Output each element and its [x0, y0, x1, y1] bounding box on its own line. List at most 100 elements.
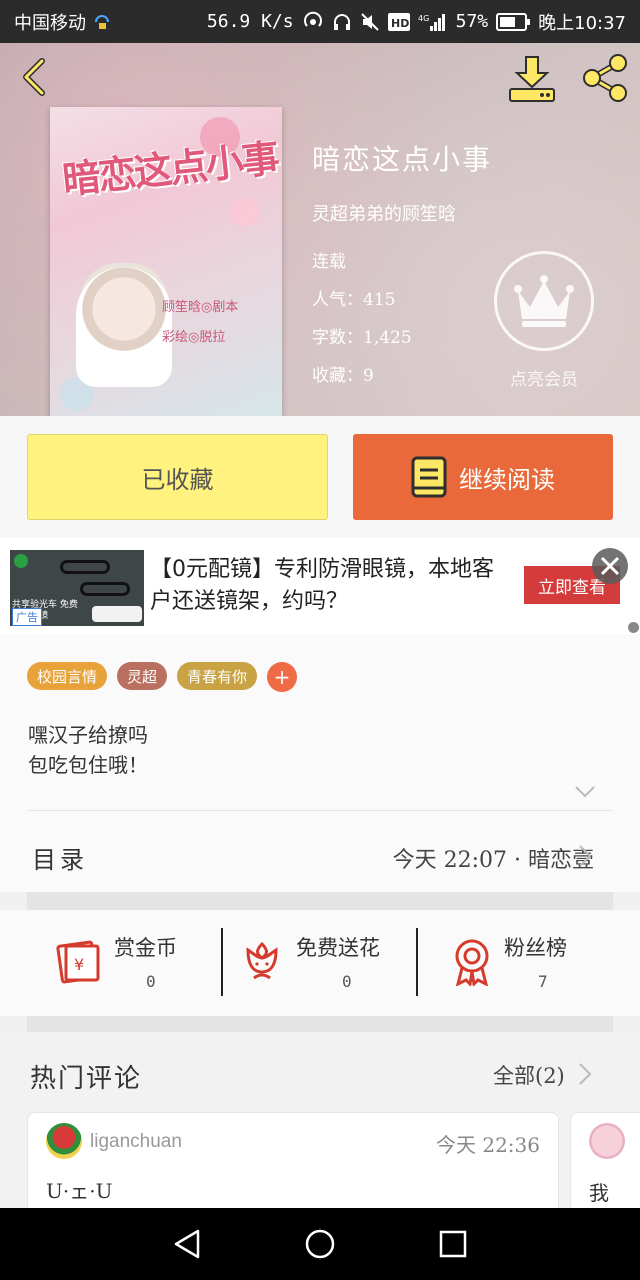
- cover-credits: 顾笙晗◎剧本 彩绘◎脱拉: [162, 293, 238, 353]
- triangle-back-icon: [174, 1229, 199, 1259]
- table-of-contents-row[interactable]: 目录 今天 22:07 · 暗恋壹: [0, 814, 640, 892]
- latest-chapter: 今天 22:07 · 暗恋壹: [392, 848, 594, 873]
- stat-divider: [416, 928, 418, 996]
- tag-list: 校园言情 灵超 青春有你 +: [27, 662, 298, 692]
- status-bar: 中国移动 56.9 K/s HD 4G 57% 晚上10:37: [0, 0, 640, 43]
- network-speed: 56.9 K/s: [206, 11, 294, 32]
- intro-line: 嘿汉子给撩吗: [28, 723, 148, 747]
- ad-logo-icon: [14, 554, 28, 568]
- comment-card[interactable]: 我: [570, 1112, 640, 1222]
- ad-close-button[interactable]: [592, 548, 628, 584]
- square-recents-icon: [440, 1230, 467, 1258]
- section-separator: [27, 892, 613, 910]
- chevron-right-icon[interactable]: [578, 1062, 592, 1086]
- close-icon: [600, 556, 620, 576]
- svg-text:HD: HD: [391, 17, 409, 30]
- svg-text:4G: 4G: [418, 14, 429, 23]
- ad-text: 【0元配镜】专利防滑眼镜，本地客户还送镜架，约吗？: [150, 557, 494, 614]
- glasses-icon: [60, 560, 110, 574]
- back-button[interactable]: [12, 55, 56, 99]
- petal-decoration: [230, 197, 260, 227]
- cover-title: 暗恋这点小事: [60, 135, 280, 203]
- reward-coins-stat[interactable]: ¥ 赏金币 0: [56, 928, 206, 996]
- comment-text: 我: [589, 1181, 609, 1205]
- stat-label: 粉丝榜: [504, 936, 567, 960]
- vip-button[interactable]: [494, 251, 594, 351]
- support-stats: ¥ 赏金币 0 免费送花 0 粉丝榜 7: [0, 910, 640, 1016]
- continue-reading-label: 继续阅读: [459, 465, 555, 494]
- free-flowers-stat[interactable]: 免费送花 0: [242, 928, 412, 996]
- book-status: 连载: [312, 252, 346, 272]
- book-favorites: 收藏：9: [312, 366, 374, 386]
- stat-value: 7: [538, 972, 548, 991]
- system-nav-bar: [0, 1208, 640, 1280]
- stat-value: 0: [342, 972, 352, 991]
- flower-icon: [246, 941, 278, 980]
- stat-divider: [221, 928, 223, 996]
- hot-comments: 热门评论 全部(2) liganchuan 今天 22:36 U·ェ·U 我: [0, 1032, 640, 1222]
- book-intro: 嘿汉子给撩吗 包吃包住哦！: [28, 720, 148, 780]
- comment-card[interactable]: liganchuan 今天 22:36 U·ェ·U: [27, 1112, 559, 1222]
- mute-icon: [360, 12, 380, 32]
- sim-lock-icon: [92, 12, 112, 32]
- stat-value: 0: [146, 972, 156, 991]
- continue-reading-button[interactable]: 继续阅读: [353, 434, 613, 520]
- chevron-down-icon: [575, 786, 595, 798]
- stat-label: 赏金币: [114, 936, 177, 960]
- crown-icon: [514, 275, 574, 327]
- cover-credit-line: 彩绘◎脱拉: [162, 330, 226, 345]
- comment-username[interactable]: liganchuan: [90, 1131, 182, 1153]
- carrier-label: 中国移动: [14, 12, 86, 34]
- headphone-icon: [332, 12, 352, 32]
- tag-item[interactable]: 灵超: [117, 662, 168, 690]
- chevron-right-icon: [579, 845, 592, 867]
- cover-credit-line: 顾笙晗◎剧本: [162, 300, 239, 315]
- book-title: 暗恋这点小事: [312, 143, 493, 176]
- book-popularity: 人气：415: [312, 290, 396, 310]
- download-button[interactable]: [506, 53, 558, 105]
- section-separator: [27, 1016, 613, 1032]
- book-header: 暗恋这点小事 顾笙晗◎剧本 彩绘◎脱拉 暗恋这点小事 灵超弟弟的顾笙晗 连载 人…: [0, 43, 640, 416]
- tag-item[interactable]: 青春有你: [177, 662, 258, 690]
- award-ribbon-icon: [455, 939, 489, 986]
- all-comments-link[interactable]: 全部(2): [493, 1060, 565, 1090]
- comment-text: U·ェ·U: [46, 1179, 113, 1203]
- add-tag-button[interactable]: +: [267, 662, 298, 692]
- download-icon: [509, 56, 555, 102]
- ad-info-icon[interactable]: [628, 622, 639, 633]
- comments-title: 热门评论: [30, 1064, 143, 1094]
- nav-home-button[interactable]: [300, 1224, 340, 1264]
- clock: 晚上10:37: [538, 12, 626, 34]
- avatar[interactable]: [589, 1123, 625, 1159]
- avatar[interactable]: [46, 1123, 82, 1159]
- fans-ranking-stat[interactable]: 粉丝榜 7: [452, 928, 592, 996]
- action-bar: 已收藏 继续阅读: [0, 416, 640, 538]
- circle-home-icon: [305, 1229, 335, 1259]
- comment-time: 今天 22:36: [436, 1133, 540, 1157]
- book-author[interactable]: 灵超弟弟的顾笙晗: [312, 200, 456, 226]
- intro-line: 包吃包住哦！: [28, 753, 148, 777]
- nav-back-button[interactable]: [167, 1224, 207, 1264]
- ad-banner[interactable]: 共享验光车 免费上门配镜 广告 【0元配镜】专利防滑眼镜，本地客户还送镜架，约吗…: [0, 538, 640, 634]
- van-icon: [92, 606, 142, 622]
- glasses-icon: [80, 582, 130, 596]
- book-info: 校园言情 灵超 青春有你 + 嘿汉子给撩吗 包吃包住哦！ 目录 今天 22:07…: [0, 634, 640, 892]
- signal-4g-icon: 4G: [418, 12, 448, 32]
- hd-icon: HD: [387, 12, 410, 31]
- ad-badge: 广告: [12, 608, 42, 626]
- battery-icon: [496, 12, 531, 31]
- hotspot-icon: [302, 11, 324, 33]
- chevron-left-icon: [23, 58, 45, 96]
- vip-label[interactable]: 点亮会员: [480, 365, 608, 390]
- expand-intro-button[interactable]: [574, 784, 596, 803]
- book-word-count: 字数：1,425: [312, 328, 412, 348]
- red-envelope-icon: ¥: [56, 940, 100, 984]
- battery-percent: 57%: [455, 11, 489, 32]
- book-icon: [411, 456, 447, 498]
- collected-button[interactable]: 已收藏: [27, 434, 328, 520]
- share-button[interactable]: [580, 53, 630, 103]
- book-cover[interactable]: 暗恋这点小事 顾笙晗◎剧本 彩绘◎脱拉: [50, 107, 282, 416]
- svg-text:¥: ¥: [74, 955, 84, 974]
- tag-item[interactable]: 校园言情: [27, 662, 108, 690]
- nav-recents-button[interactable]: [433, 1224, 473, 1264]
